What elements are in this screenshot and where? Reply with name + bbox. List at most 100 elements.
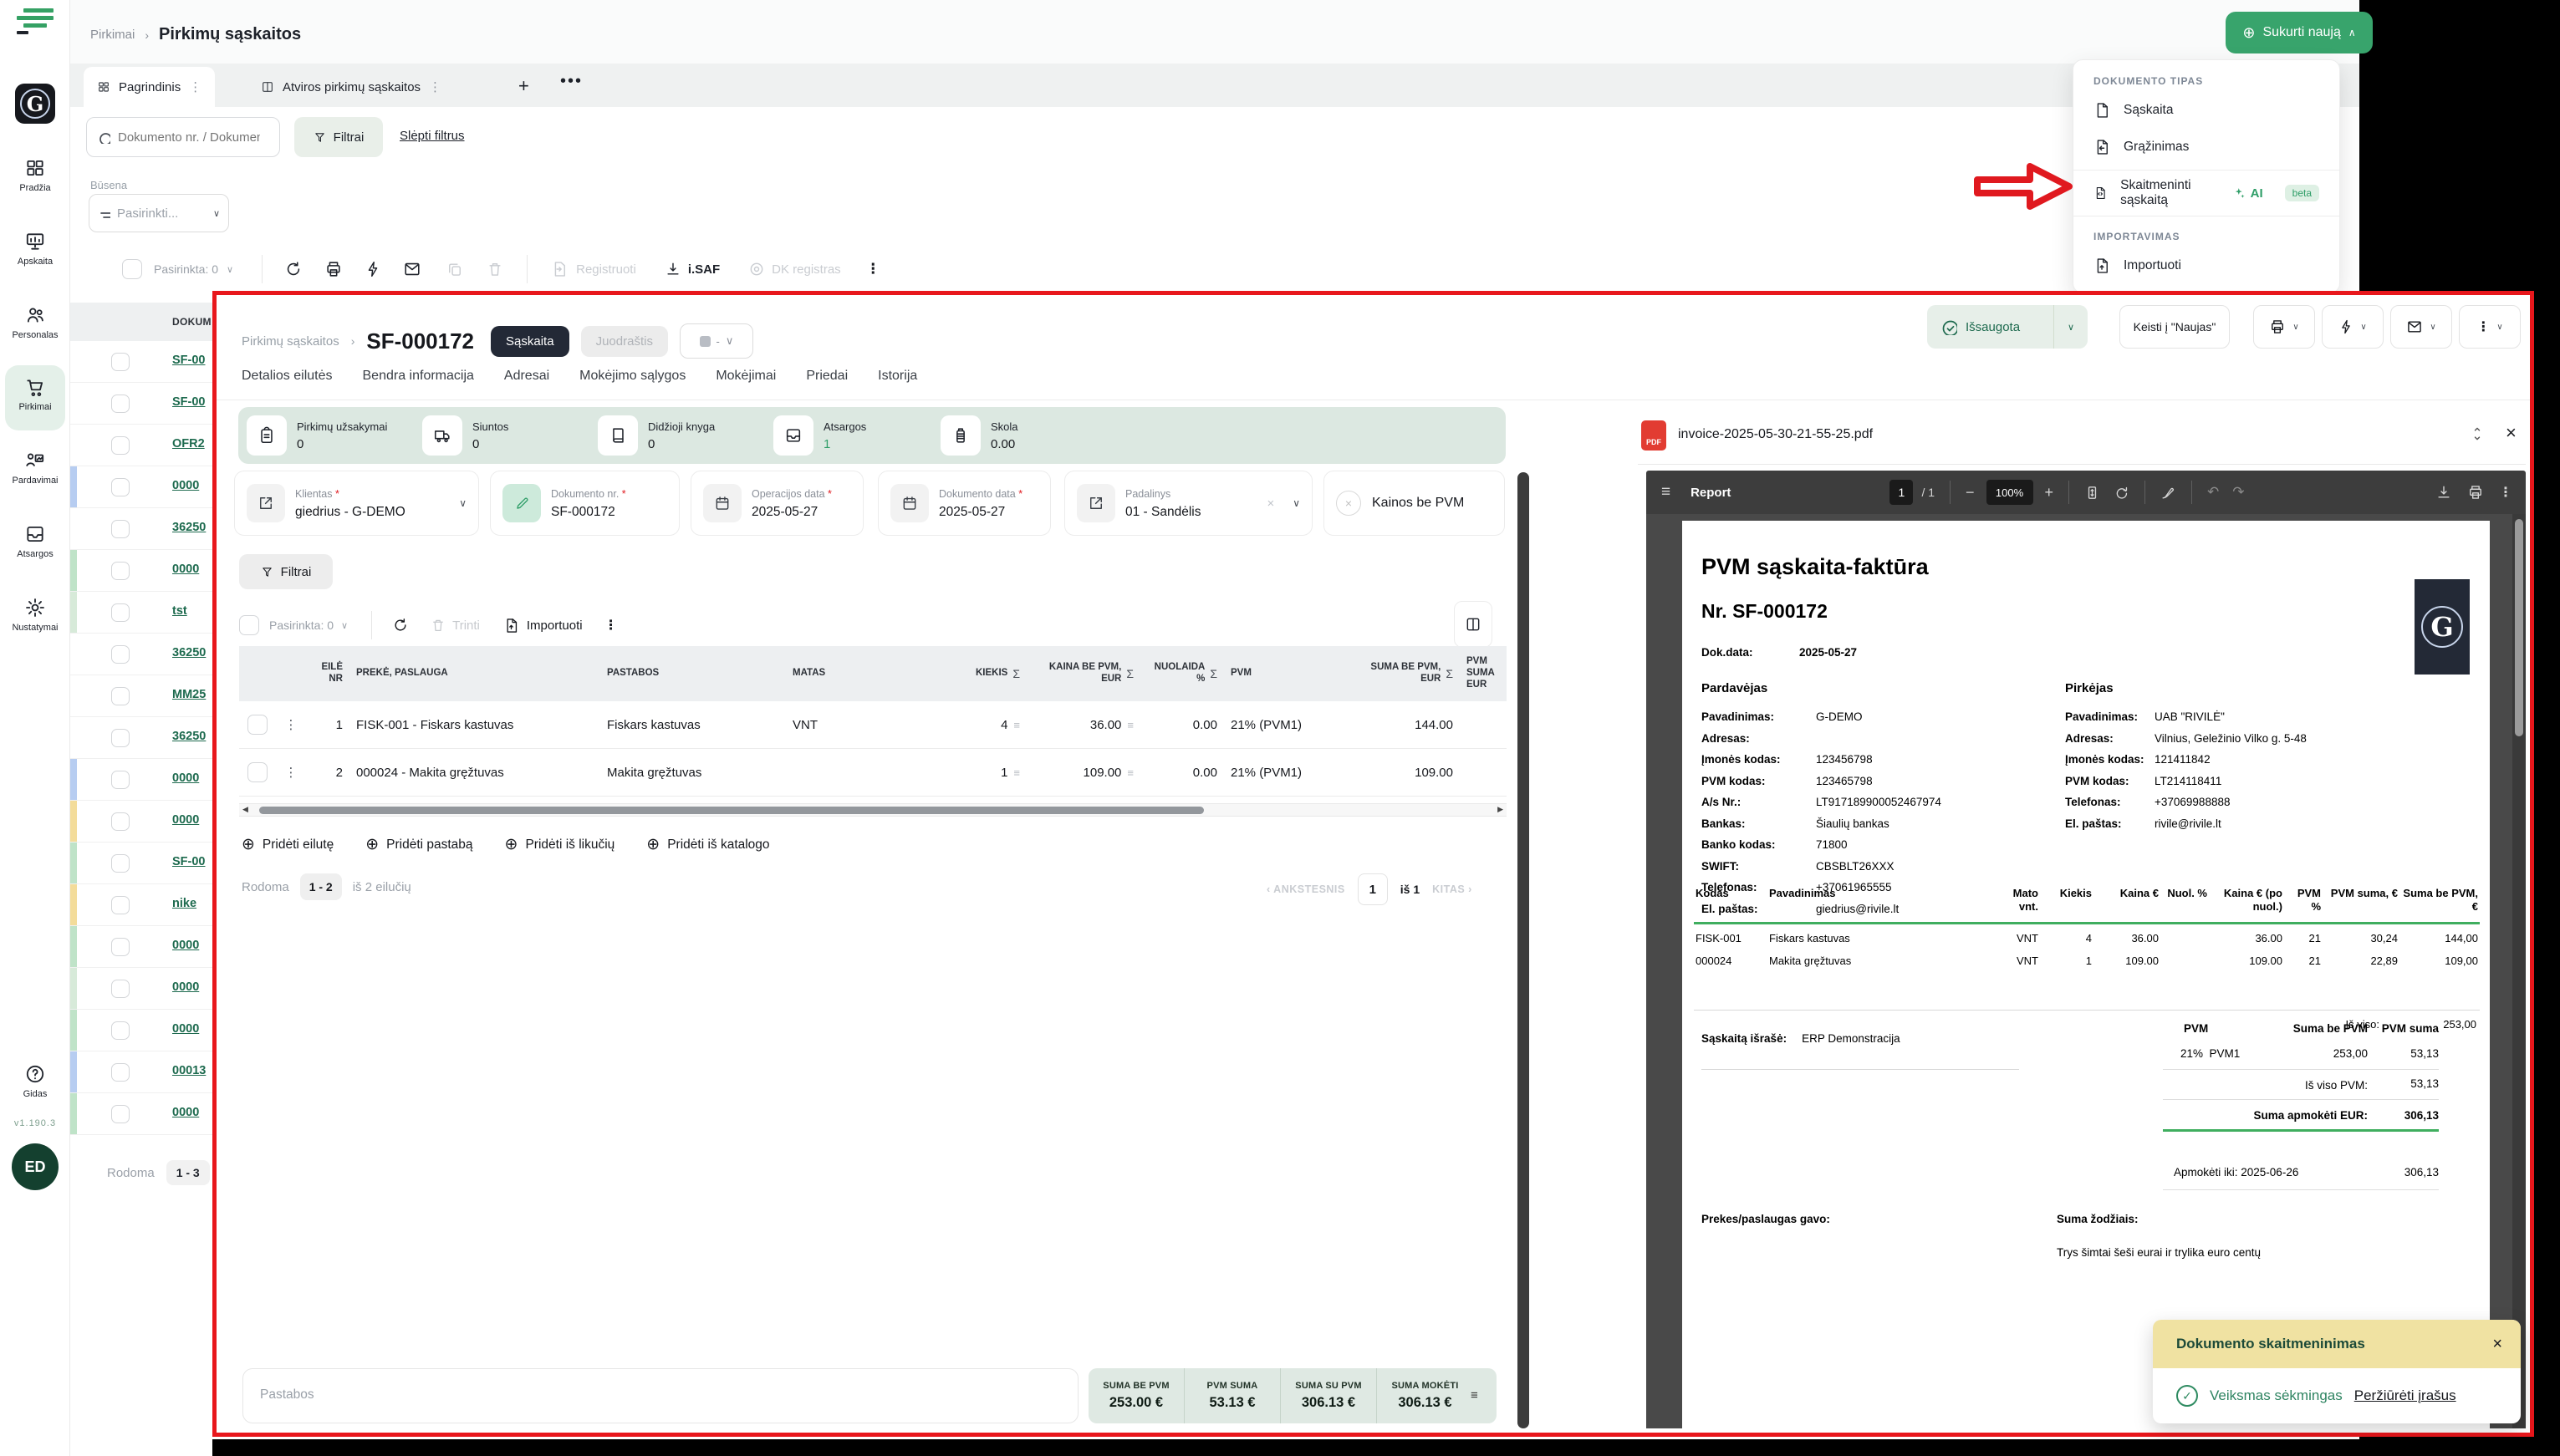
change-status-button[interactable]: Keisti į "Naujas"	[2119, 305, 2230, 349]
stat-inventory[interactable]: Atsargos1	[773, 415, 941, 456]
line-row-2[interactable]: ⋮ 2 000024 - Makita gręžtuvas Makita grę…	[239, 749, 1507, 797]
color-tag-dropdown[interactable]: -∨	[680, 323, 753, 359]
list-item[interactable]: 0000	[70, 550, 212, 592]
document-link[interactable]: 36250	[172, 730, 206, 743]
list-item[interactable]: 0000	[70, 1010, 212, 1051]
row-checkbox[interactable]	[111, 1063, 130, 1082]
chevron-down-icon[interactable]: ∨	[341, 620, 348, 631]
add-line-button[interactable]: ⊕Pridėti iš katalogo	[646, 835, 769, 854]
line-row-1[interactable]: ⋮ 1 FISK-001 - Fiskars kastuvas Fiskars …	[239, 701, 1507, 749]
document-link[interactable]: 0000	[172, 813, 199, 827]
document-link[interactable]: 0000	[172, 771, 199, 785]
col-pvm[interactable]: PVM	[1224, 668, 1346, 680]
scroll-left-icon[interactable]: ◀	[242, 805, 248, 814]
row-menu-icon[interactable]: ⋮	[276, 765, 306, 780]
sum-icon[interactable]: Σ	[1012, 667, 1020, 681]
col-pvm-suma[interactable]: PVM SUMA EUR	[1460, 656, 1507, 690]
cell-menu-icon[interactable]: ≡	[1013, 766, 1020, 779]
sidebar-item-nustatymai[interactable]: Nustatymai	[0, 597, 70, 633]
add-tab-button[interactable]: +	[518, 75, 529, 97]
refresh-icon[interactable]	[284, 260, 303, 278]
mail-split-button[interactable]: ∨	[2390, 305, 2452, 349]
draw-icon[interactable]	[2160, 485, 2176, 501]
sidebar-item-pirkimai[interactable]: Pirkimai	[0, 376, 70, 412]
add-line-button[interactable]: ⊕Pridėti eilutę	[242, 835, 334, 854]
client-field[interactable]: Klientas *giedrius - G-DEMO ∨	[234, 471, 479, 536]
company-logo[interactable]: G	[15, 84, 55, 124]
row-menu-icon[interactable]: ⋮	[276, 717, 306, 732]
list-item[interactable]: 36250	[70, 634, 212, 675]
kebab-menu-icon[interactable]: ⋮	[2499, 484, 2512, 501]
department-field[interactable]: Padalinys01 - Sandėlis × ∨	[1064, 471, 1313, 536]
print-icon[interactable]	[2467, 484, 2484, 501]
document-link[interactable]: nike	[172, 897, 196, 910]
detail-tab[interactable]: Adresai	[504, 369, 549, 395]
cell-menu-icon[interactable]: ≡	[1127, 719, 1134, 731]
rows-range-chip[interactable]: 1 - 2	[300, 873, 342, 900]
breadcrumb-parent[interactable]: Pirkimų sąskaitos	[242, 334, 339, 349]
row-checkbox[interactable]	[111, 1105, 130, 1123]
list-item[interactable]: 00013	[70, 1051, 212, 1093]
sidebar-item-atsargos[interactable]: Atsargos	[0, 523, 70, 559]
chevron-down-icon[interactable]: ∨	[2054, 322, 2088, 333]
close-icon[interactable]: ×	[2506, 422, 2517, 444]
chevron-down-icon[interactable]: ∨	[1293, 497, 1300, 509]
kebab-menu-icon[interactable]: ⋮	[604, 617, 618, 634]
actions-split-button[interactable]: ∨	[2322, 305, 2384, 349]
stat-general-ledger[interactable]: Didžioji knyga0	[598, 415, 773, 456]
operation-date-field[interactable]: Operacijos data *2025-05-27	[691, 471, 864, 536]
sum-icon[interactable]: Σ	[1210, 667, 1217, 681]
col-suma[interactable]: SUMA BE PVM, EURΣ	[1346, 662, 1460, 685]
more-split-button[interactable]: ⋮∨	[2459, 305, 2521, 349]
close-icon[interactable]: ×	[2492, 1335, 2502, 1354]
print-split-button[interactable]: ∨	[2253, 305, 2315, 349]
list-item[interactable]: MM25	[70, 675, 212, 717]
document-number-field[interactable]: Dokumento nr. *SF-000172	[490, 471, 680, 536]
col-pastabos[interactable]: PASTABOS	[600, 668, 786, 680]
row-checkbox[interactable]	[111, 395, 130, 413]
pdf-page-input[interactable]: 1	[1889, 480, 1913, 505]
prices-without-vat-toggle[interactable]: × Kainos be PVM	[1323, 471, 1505, 536]
sidebar-item-personalas[interactable]: Personalas	[0, 304, 70, 340]
tab-menu-icon[interactable]: ⋮	[429, 79, 441, 94]
select-all-checkbox[interactable]	[239, 615, 259, 635]
view-records-link[interactable]: Peržiūrėti įrašus	[2354, 1387, 2456, 1404]
sidebar-item-apskaita[interactable]: Apskaita	[0, 231, 70, 267]
print-icon[interactable]	[324, 260, 343, 278]
scroll-right-icon[interactable]: ▶	[1497, 805, 1503, 814]
menu-item-grazinimas[interactable]: Grąžinimas	[2073, 129, 2339, 165]
document-link[interactable]: SF-00	[172, 395, 206, 409]
list-item[interactable]: tst	[70, 592, 212, 634]
avatar[interactable]: ED	[12, 1143, 59, 1190]
row-checkbox[interactable]	[111, 729, 130, 747]
list-item[interactable]: 0000	[70, 1093, 212, 1135]
document-link[interactable]: SF-00	[172, 354, 206, 367]
detail-tab[interactable]: Priedai	[806, 369, 848, 395]
row-checkbox[interactable]	[111, 812, 130, 831]
document-link[interactable]: 0000	[172, 1106, 199, 1119]
document-link[interactable]: 0000	[172, 980, 199, 994]
more-tabs-button[interactable]: •••	[560, 72, 583, 91]
row-checkbox[interactable]	[111, 603, 130, 622]
sidebar-item-pradzia[interactable]: Pradžia	[0, 157, 70, 193]
row-checkbox[interactable]	[247, 762, 268, 782]
list-item[interactable]: 36250	[70, 717, 212, 759]
list-item[interactable]: 0000	[70, 759, 212, 801]
tab-pagrindinis[interactable]: Pagrindinis⋮	[84, 67, 215, 107]
pdf-menu-icon[interactable]: ≡	[1661, 483, 1670, 501]
row-checkbox[interactable]	[111, 353, 130, 371]
add-line-button[interactable]: ⊕Pridėti pastabą	[365, 835, 472, 854]
search-input[interactable]	[118, 130, 260, 145]
menu-item-importuoti[interactable]: Importuoti	[2073, 247, 2339, 284]
col-matas[interactable]: MATAS	[786, 668, 903, 680]
import-icon[interactable]	[503, 618, 519, 634]
expand-icon[interactable]	[2469, 425, 2486, 442]
download-icon[interactable]	[2435, 484, 2452, 501]
scrollbar-thumb[interactable]	[2515, 519, 2523, 736]
list-item[interactable]: 0000	[70, 466, 212, 508]
tab-menu-icon[interactable]: ⋮	[189, 79, 201, 94]
document-link[interactable]: 36250	[172, 646, 206, 659]
stat-shipments[interactable]: Siuntos0	[422, 415, 598, 456]
document-link[interactable]: SF-00	[172, 855, 206, 868]
collapse-menu-icon[interactable]	[17, 8, 54, 35]
